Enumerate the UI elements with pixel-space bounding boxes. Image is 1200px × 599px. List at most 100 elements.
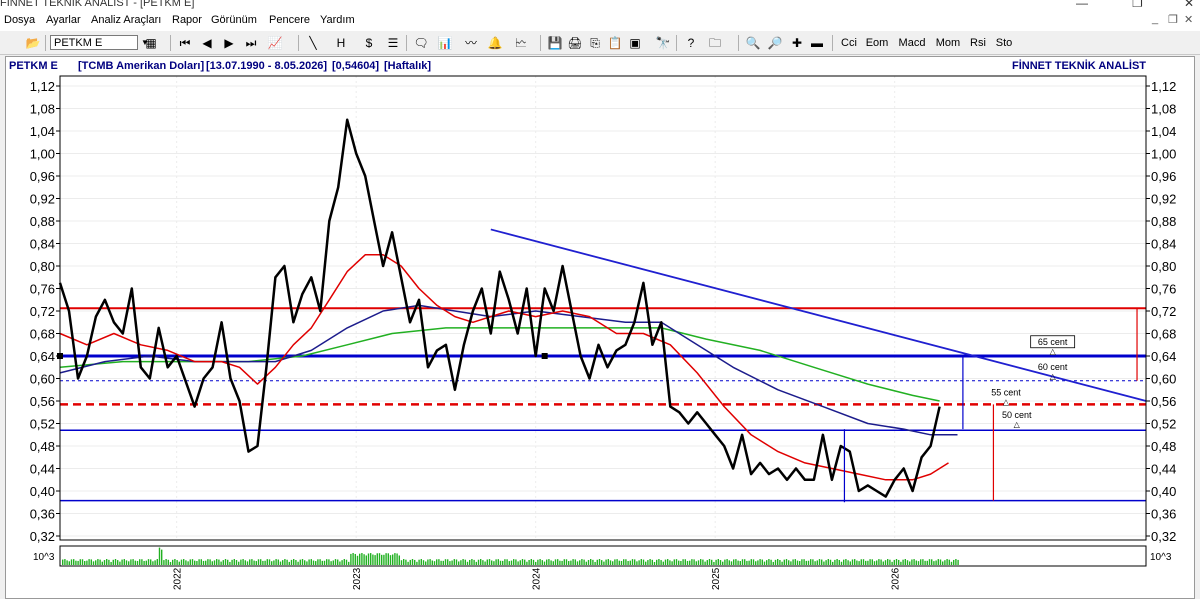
volume-bar <box>471 559 473 565</box>
volume-bar <box>843 559 845 565</box>
volume-bar <box>880 559 882 565</box>
volume-bar <box>191 559 194 565</box>
volume-bar <box>834 559 836 565</box>
volume-bar <box>790 561 792 565</box>
volume-bar <box>119 561 121 565</box>
volume-bar <box>777 559 779 565</box>
volume-bar <box>440 560 442 565</box>
volume-bar <box>409 559 411 565</box>
volume-bar <box>462 559 464 565</box>
volume-bar <box>680 560 682 565</box>
volume-bar <box>486 559 488 565</box>
volume-bar <box>845 559 847 565</box>
volume-bar <box>86 560 88 565</box>
volume-bar <box>95 560 97 565</box>
volume-bar <box>669 560 671 565</box>
volume-bar <box>849 561 851 565</box>
x-tick-label: 2025 <box>711 567 722 590</box>
volume-bar <box>449 561 451 565</box>
volume-bar <box>548 559 550 565</box>
volume-bar <box>911 559 913 565</box>
volume-bar <box>671 561 673 565</box>
volume-bar <box>202 560 205 565</box>
volume-bar <box>656 559 658 565</box>
series-ma-green[interactable] <box>59 327 940 402</box>
volume-bar <box>814 561 816 565</box>
volume-bar <box>579 560 581 565</box>
price-chart[interactable]: PETKM E [TCMB Amerikan Doları] [13.07.19… <box>0 0 1200 599</box>
volume-bar <box>88 559 90 565</box>
volume-bar <box>150 559 152 565</box>
volume-bar <box>315 561 317 565</box>
volume-bar <box>882 561 884 565</box>
volume-bar <box>574 559 576 565</box>
line-handle[interactable] <box>541 353 548 359</box>
volume-bar <box>950 561 953 565</box>
y-tick-label-left: 0,96 <box>30 169 55 184</box>
y-tick-label-right: 1,04 <box>1151 124 1176 139</box>
annotation-label: 60 cent <box>1038 362 1068 372</box>
volume-bar <box>187 561 189 565</box>
volume-bar <box>403 559 405 565</box>
annotation-marker-icon: △ <box>1014 420 1021 429</box>
volume-bar <box>103 560 106 565</box>
volume-bar <box>429 559 431 565</box>
volume-bar <box>508 561 510 565</box>
volume-bar <box>317 559 319 565</box>
y-tick-label-left: 0,40 <box>30 484 55 499</box>
volume-bar <box>539 559 541 565</box>
volume-bar <box>594 561 596 565</box>
volume-bar <box>788 560 790 565</box>
volume-bar <box>832 561 834 565</box>
y-tick-label-left: 0,72 <box>30 304 55 319</box>
volume-label-right: 10^3 <box>1150 552 1172 563</box>
volume-bar <box>757 560 759 565</box>
y-tick-label-left: 1,12 <box>30 79 55 94</box>
volume-bar <box>519 560 521 565</box>
volume-bar <box>543 561 546 565</box>
volume-bar <box>418 559 420 565</box>
volume-bar <box>634 559 636 565</box>
volume-bar <box>504 559 506 565</box>
volume-bar <box>246 561 249 565</box>
volume-bar <box>209 559 211 565</box>
volume-bar <box>154 560 156 565</box>
volume-bar <box>750 559 752 565</box>
volume-bar <box>222 560 224 565</box>
volume-bar <box>350 553 352 565</box>
volume-bar <box>612 561 614 565</box>
volume-bar <box>174 559 176 565</box>
volume-bar <box>260 559 262 565</box>
volume-bar <box>488 559 491 565</box>
volume-bar <box>169 561 172 565</box>
volume-bar <box>176 560 178 565</box>
volume-bar <box>647 560 649 565</box>
volume-bar <box>178 561 180 565</box>
chart-period: [Haftalık] <box>384 60 431 72</box>
volume-bar <box>768 559 770 565</box>
volume-bar <box>123 559 125 565</box>
volume-bar <box>284 559 286 565</box>
volume-bar <box>200 559 202 565</box>
volume-bar <box>891 561 893 565</box>
volume-bar <box>805 560 807 565</box>
volume-bar <box>920 559 922 565</box>
volume-bar <box>662 561 664 565</box>
volume-bar <box>605 559 607 565</box>
volume-bar <box>840 561 843 565</box>
volume-bar <box>359 553 361 565</box>
volume-bar <box>451 560 453 565</box>
volume-bar <box>271 561 273 565</box>
volume-bar <box>948 559 950 565</box>
volume-bar <box>873 561 876 565</box>
chart-date-range: [13.07.1990 - 8.05.2026] <box>206 60 327 72</box>
y-tick-label-left: 1,04 <box>30 124 55 139</box>
volume-bar <box>81 559 84 565</box>
volume-bar <box>425 561 427 565</box>
volume-bar <box>693 559 695 565</box>
y-tick-label-left: 0,68 <box>30 327 55 342</box>
volume-bar <box>708 559 711 565</box>
volume-bar <box>755 561 757 565</box>
volume-bar <box>447 559 449 565</box>
volume-bar <box>363 554 365 565</box>
